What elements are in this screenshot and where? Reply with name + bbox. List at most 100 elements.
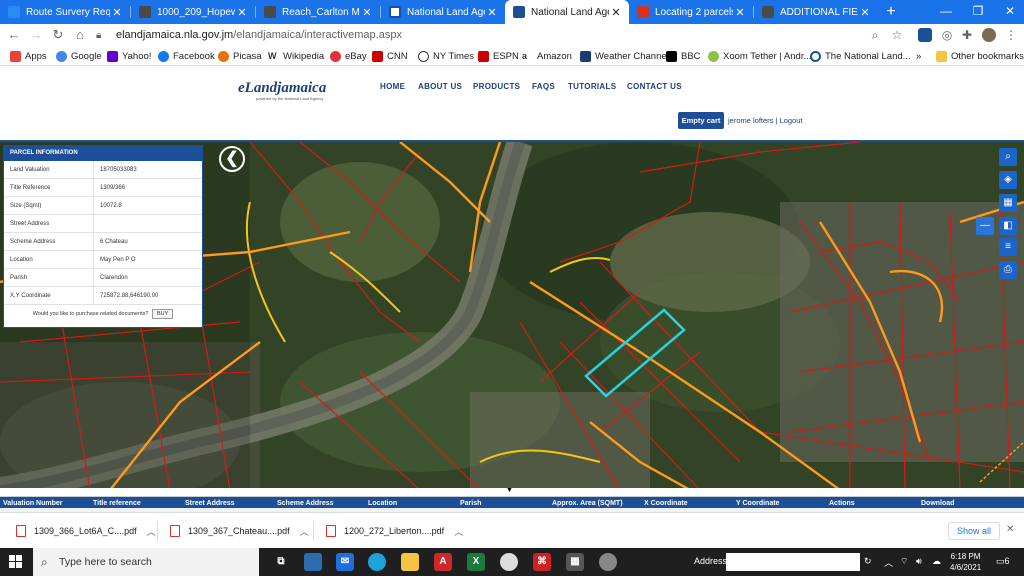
other-bookmarks[interactable]: Other bookmarks — [936, 49, 1024, 63]
nav-tutorials[interactable]: TUTORIALS — [568, 82, 616, 91]
nav-about-us[interactable]: ABOUT US — [418, 82, 462, 91]
map-print-icon[interactable]: ⎙ — [999, 261, 1017, 279]
taskbar-clock[interactable]: 6:18 PM 4/6/2021 — [950, 551, 981, 573]
task-view-icon[interactable]: ⧉ — [272, 553, 290, 571]
reload-icon[interactable]: ↻ — [50, 27, 66, 43]
puzzle-extensions-icon[interactable]: ✚ — [960, 28, 974, 42]
app-icon[interactable] — [599, 553, 617, 571]
chevron-up-icon[interactable]: ︿ — [300, 525, 309, 538]
pdf-reader-icon[interactable]: ⌘ — [533, 553, 551, 571]
back-arrow-icon[interactable]: ← — [6, 27, 22, 43]
taskbar-search-box[interactable]: ⌕ Type here to search — [33, 548, 259, 576]
tab-close-icon[interactable]: ✕ — [609, 6, 623, 19]
address-go-icon[interactable]: ↻ — [864, 556, 872, 567]
nav-contact-us[interactable]: CONTACT US — [627, 82, 682, 91]
store-icon[interactable] — [304, 553, 322, 571]
forward-arrow-icon[interactable]: → — [28, 27, 44, 43]
calculator-icon[interactable]: ▦ — [566, 553, 584, 571]
browser-tab-nla-active[interactable]: National Land Agency ✕ — [505, 0, 629, 24]
col-x-coordinate[interactable]: X Coordinate — [644, 500, 688, 507]
col-valuation-number[interactable]: Valuation Number — [3, 500, 63, 507]
zoom-search-icon[interactable]: ⌕ — [868, 28, 882, 42]
browser-tab-locating-parcels[interactable]: Locating 2 parcels in C ✕ — [629, 0, 753, 24]
file-explorer-icon[interactable] — [401, 553, 419, 571]
user-logout-links[interactable]: jerome lofters | Logout — [728, 116, 803, 125]
address-bar[interactable]: 🔒︎ elandjamaica.nla.gov.jm /elandjamaica… — [96, 26, 906, 44]
bookmark-ebay[interactable]: eBay — [330, 49, 367, 63]
bookmark-weather[interactable]: Weather Channel — [580, 49, 669, 63]
col-download[interactable]: Download — [921, 500, 954, 507]
bookmark-espn[interactable]: ESPN — [478, 49, 519, 63]
address-toolbar-input[interactable] — [726, 553, 860, 571]
map-basemap-icon[interactable]: ▦ — [999, 194, 1017, 212]
chevron-up-icon[interactable]: ︿ — [454, 525, 463, 538]
download-item[interactable]: 1309_366_Lot6A_C....pdf ︿ — [16, 521, 156, 541]
network-icon[interactable]: ⌔ — [900, 556, 908, 567]
onedrive-icon[interactable]: ☁ — [932, 556, 941, 567]
buy-button[interactable]: BUY — [152, 309, 174, 319]
collapse-panel-icon[interactable]: ❮ — [219, 146, 245, 172]
bookmark-apps[interactable]: Apps — [10, 49, 47, 63]
nav-products[interactable]: PRODUCTS — [473, 82, 520, 91]
map-search-icon[interactable]: ⌕ — [999, 148, 1017, 166]
browser-tab-additional-field[interactable]: ADDITIONAL FIELD NO ✕ — [754, 0, 878, 24]
bookmark-nytimes[interactable]: NY Times — [418, 49, 474, 63]
chrome-icon[interactable] — [500, 553, 518, 571]
map-list-icon[interactable]: ≡ — [999, 238, 1017, 256]
bookmark-picasa[interactable]: Picasa — [218, 49, 262, 63]
tab-close-icon[interactable]: ✕ — [858, 6, 872, 19]
tab-close-icon[interactable]: ✕ — [110, 6, 124, 19]
volume-icon[interactable]: 🔊︎ — [916, 556, 922, 567]
browser-tab-reach-carlton[interactable]: Reach_Carlton Mitchell ✕ — [256, 0, 380, 24]
edge-icon[interactable] — [368, 553, 386, 571]
browser-tab-route-survey[interactable]: Route Survery Request ✕ — [0, 0, 130, 24]
tab-close-icon[interactable]: ✕ — [360, 6, 374, 19]
col-approx-area[interactable]: Approx. Area (SQMT) — [552, 500, 623, 507]
minimize-icon[interactable]: — — [930, 0, 962, 24]
bookmark-facebook[interactable]: Facebook — [158, 49, 215, 63]
bookmark-star-icon[interactable]: ☆ — [890, 28, 904, 42]
col-title-reference[interactable]: Title reference — [93, 500, 141, 507]
windows-start-icon[interactable] — [9, 555, 23, 569]
chevron-up-icon[interactable]: ︿ — [147, 525, 156, 538]
col-scheme-address[interactable]: Scheme Address — [277, 500, 334, 507]
show-all-downloads-button[interactable]: Show all — [948, 522, 1000, 540]
more-bookmarks-icon[interactable]: » — [916, 49, 921, 63]
download-item[interactable]: 1200_272_Liberton....pdf ︿ — [326, 521, 463, 541]
bookmark-google[interactable]: Google — [56, 49, 102, 63]
col-parish[interactable]: Parish — [460, 500, 481, 507]
elandjamaica-logo[interactable]: eLandjamaica — [238, 80, 326, 97]
nav-faqs[interactable]: FAQS — [532, 82, 555, 91]
col-street-address[interactable]: Street Address — [185, 500, 235, 507]
bookmark-national-land[interactable]: The National Land... — [810, 49, 911, 63]
empty-cart-button[interactable]: Empty cart — [678, 112, 724, 129]
notification-center-icon[interactable]: ▭6 — [996, 556, 1010, 567]
map-measure-icon[interactable]: ◧ — [999, 217, 1017, 235]
tab-close-icon[interactable]: ✕ — [235, 6, 249, 19]
bookmark-cnn[interactable]: CNN — [372, 49, 408, 63]
window-close-icon[interactable]: ✕ — [994, 0, 1024, 24]
col-location[interactable]: Location — [368, 500, 397, 507]
home-icon[interactable]: ⌂ — [72, 27, 88, 43]
bookmark-wikipedia[interactable]: W Wikipedia — [268, 49, 324, 63]
bookmark-amazon[interactable]: a Amazon — [522, 49, 572, 63]
bookmark-bbc[interactable]: BBC — [666, 49, 701, 63]
extension-2-icon[interactable]: ◎ — [940, 28, 954, 42]
col-y-coordinate[interactable]: Y Coordinate — [736, 500, 779, 507]
bookmark-yahoo[interactable]: Yahoo! — [107, 49, 151, 63]
tab-close-icon[interactable]: ✕ — [733, 6, 747, 19]
browser-tab-hopewel[interactable]: 1000_209_Hopewel be ✕ — [131, 0, 255, 24]
new-tab-button[interactable]: + — [882, 3, 900, 21]
download-item[interactable]: 1309_367_Chateau....pdf ︿ — [170, 521, 309, 541]
tray-overflow-icon[interactable]: ︿ — [884, 556, 893, 569]
excel-icon[interactable]: X — [467, 553, 485, 571]
browser-tab-nla-1[interactable]: National Land Agency ✕ — [381, 0, 505, 24]
menu-kebab-icon[interactable]: ⋮ — [1004, 28, 1018, 42]
map-layers-icon[interactable]: ◈ — [999, 171, 1017, 189]
map-minus-icon[interactable]: — — [976, 217, 994, 235]
extension-icon[interactable] — [918, 28, 932, 42]
close-downloads-icon[interactable]: ✕ — [1006, 524, 1014, 535]
collapse-results-icon[interactable]: ▼ — [506, 487, 513, 494]
profile-avatar[interactable] — [982, 28, 996, 42]
nav-home[interactable]: HOME — [380, 82, 405, 91]
